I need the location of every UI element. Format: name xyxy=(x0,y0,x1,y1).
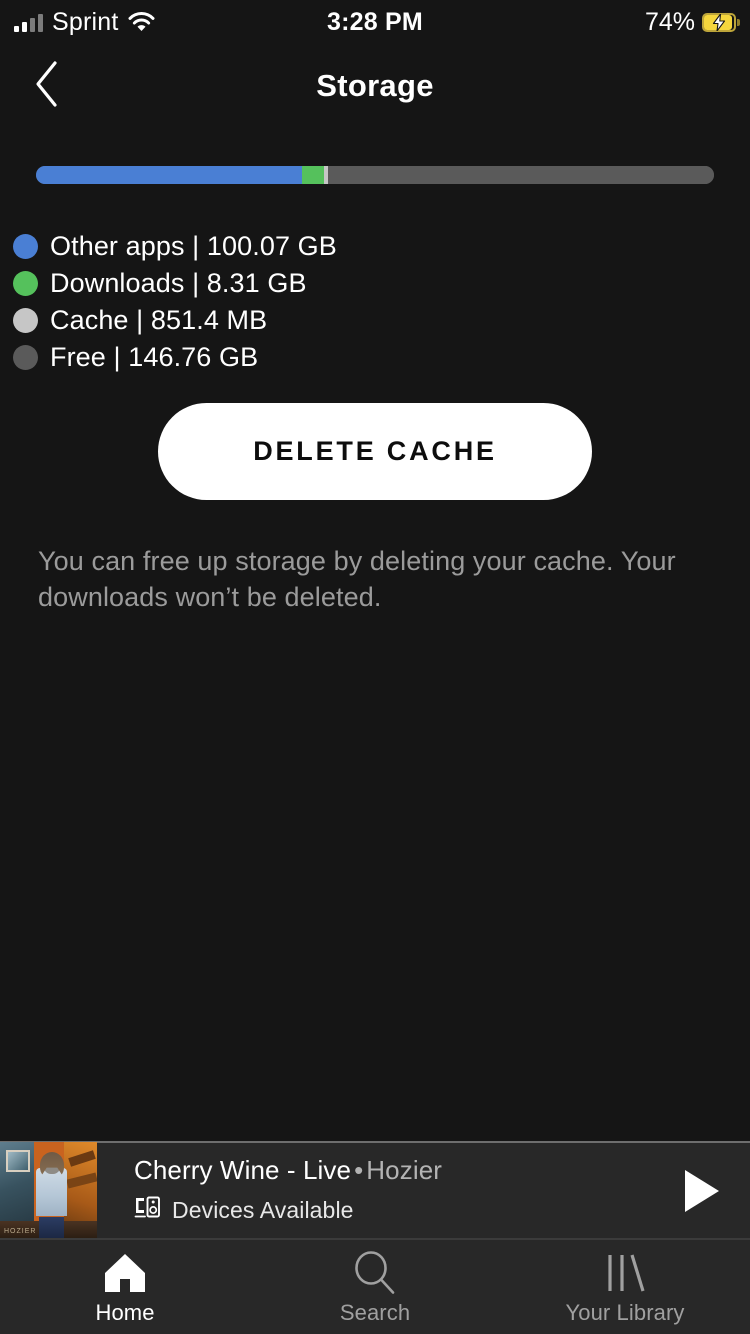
legend-dot-free xyxy=(13,345,38,370)
legend-row: Cache | 851.4 MB xyxy=(6,302,746,339)
battery-percent: 74% xyxy=(644,7,695,36)
search-icon xyxy=(352,1251,398,1294)
tab-home[interactable]: Home xyxy=(0,1240,250,1334)
status-bar-right: 74% xyxy=(644,0,740,44)
title-separator: • xyxy=(354,1155,364,1185)
status-bar-clock: 3:28 PM xyxy=(327,7,423,36)
legend-label: Cache | 851.4 MB xyxy=(50,305,268,335)
now-playing-info: Cherry Wine - Live • Hozier Devices Availa… xyxy=(97,1155,654,1226)
tab-home-label: Home xyxy=(95,1300,155,1325)
storage-hint-text: You can free up storage by deleting your… xyxy=(38,546,676,612)
legend-row: Free | 146.76 GB xyxy=(6,339,746,376)
artist-name: Hozier xyxy=(366,1155,443,1185)
track-title: Cherry Wine - Live xyxy=(134,1155,352,1185)
legend-dot-other-apps xyxy=(13,234,38,259)
devices-available-label: Devices Available xyxy=(172,1197,354,1223)
page-title: Storage xyxy=(316,68,434,103)
navigation-bar: Storage xyxy=(0,44,750,128)
legend-dot-cache xyxy=(13,308,38,333)
storage-legend: Other apps | 100.07 GB Downloads | 8.31 G… xyxy=(6,228,746,376)
status-bar: Sprint 3:28 PM 74% xyxy=(0,0,750,44)
album-artwork: HOZIER xyxy=(0,1142,97,1239)
tab-bar: Home Search Your Library xyxy=(0,1238,750,1334)
play-button[interactable] xyxy=(654,1142,750,1239)
legend-row: Downloads | 8.31 GB xyxy=(6,265,746,302)
legend-label: Other apps | 100.07 GB xyxy=(50,231,337,261)
cast-devices-icon xyxy=(134,1195,161,1226)
legend-row: Other apps | 100.07 GB xyxy=(6,228,746,265)
tab-search-label: Search xyxy=(339,1300,411,1325)
tab-your-library[interactable]: Your Library xyxy=(500,1240,750,1334)
legend-label: Free | 146.76 GB xyxy=(50,342,259,372)
now-playing-title-line: Cherry Wine - Live • Hozier xyxy=(134,1155,654,1186)
now-playing-bar[interactable]: HOZIER Cherry Wine - Live • Hozier Devices… xyxy=(0,1141,750,1239)
usage-segment-other-apps xyxy=(36,166,302,184)
legend-dot-downloads xyxy=(13,271,38,296)
usage-segment-free xyxy=(328,166,714,184)
tab-search[interactable]: Search xyxy=(250,1240,500,1334)
legend-label: Downloads | 8.31 GB xyxy=(50,268,307,298)
battery-charging-icon xyxy=(702,12,740,32)
home-icon xyxy=(102,1252,148,1294)
devices-available-row[interactable]: Devices Available xyxy=(134,1195,654,1226)
delete-cache-button[interactable]: DELETE CACHE xyxy=(158,403,592,500)
usage-segment-downloads xyxy=(301,166,325,184)
tab-your-library-label: Your Library xyxy=(565,1300,685,1325)
storage-usage-bar xyxy=(36,166,714,184)
play-icon xyxy=(685,1169,719,1212)
library-icon xyxy=(602,1252,648,1294)
